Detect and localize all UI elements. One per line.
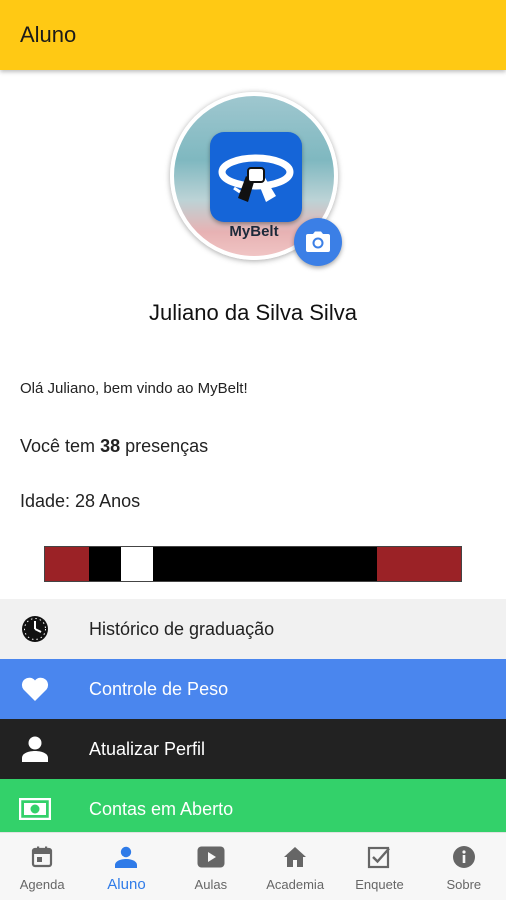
- clock-icon: [18, 613, 52, 645]
- profile-avatar[interactable]: MyBelt: [170, 92, 342, 266]
- nav-enquete[interactable]: Enquete: [337, 833, 421, 900]
- money-icon: [18, 793, 52, 825]
- nav-sobre-label: Sobre: [446, 877, 482, 892]
- home-icon: [281, 843, 309, 871]
- nav-enquete-label: Enquete: [355, 877, 404, 892]
- menu-atualizar-perfil[interactable]: Atualizar Perfil: [0, 719, 506, 779]
- nav-aulas-label: Aulas: [194, 877, 228, 892]
- person-icon: [112, 843, 140, 871]
- menu-peso-label: Controle de Peso: [89, 678, 229, 699]
- belt-end-right: [377, 547, 461, 581]
- info-icon: [450, 843, 478, 871]
- student-name: Juliano da Silva Silva: [149, 300, 357, 325]
- menu-contas-aberto[interactable]: Contas em Aberto: [0, 779, 506, 839]
- presencas-text: Você tem 38 presenças: [20, 436, 208, 457]
- menu-controle-peso[interactable]: Controle de Peso: [0, 659, 506, 719]
- page-title: Aluno: [20, 22, 77, 47]
- greeting-text: Olá Juliano, bem vindo ao MyBelt!: [20, 380, 248, 397]
- video-icon: [197, 843, 225, 871]
- menu-contas-label: Contas em Aberto: [89, 798, 234, 819]
- nav-academia-label: Academia: [266, 877, 325, 892]
- heart-icon: [18, 673, 52, 705]
- nav-sobre[interactable]: Sobre: [422, 833, 506, 900]
- nav-agenda[interactable]: Agenda: [0, 833, 84, 900]
- presencas-prefix: Você tem: [20, 436, 96, 456]
- nav-aluno[interactable]: Aluno: [84, 833, 168, 900]
- menu-perfil-label: Atualizar Perfil: [89, 738, 206, 759]
- nav-agenda-label: Agenda: [19, 877, 65, 892]
- person-icon: [18, 733, 52, 765]
- menu-historico-graduacao[interactable]: Histórico de graduação: [0, 599, 506, 659]
- presencas-count: 38: [100, 436, 121, 456]
- belt-logo-icon: [218, 154, 294, 202]
- menu-historico-label: Histórico de graduação: [89, 618, 275, 639]
- nav-aulas[interactable]: Aulas: [169, 833, 253, 900]
- presencas-suffix: presenças: [125, 436, 209, 456]
- nav-aluno-label: Aluno: [107, 876, 146, 893]
- camera-button[interactable]: [294, 218, 342, 266]
- belt-end-left: [45, 547, 89, 581]
- belt-graphic: [44, 546, 462, 582]
- app-bar: Aluno: [0, 0, 506, 70]
- nav-academia[interactable]: Academia: [253, 833, 337, 900]
- checkbox-icon: [365, 843, 393, 871]
- bottom-navigation: Agenda Aluno Aulas Academia Enquete Sobr…: [0, 832, 506, 900]
- calendar-icon: [28, 843, 56, 871]
- age-text: Idade: 28 Anos: [20, 491, 141, 511]
- belt-stripe: [121, 547, 153, 581]
- camera-icon: [306, 231, 330, 252]
- mybelt-logo: [210, 132, 302, 222]
